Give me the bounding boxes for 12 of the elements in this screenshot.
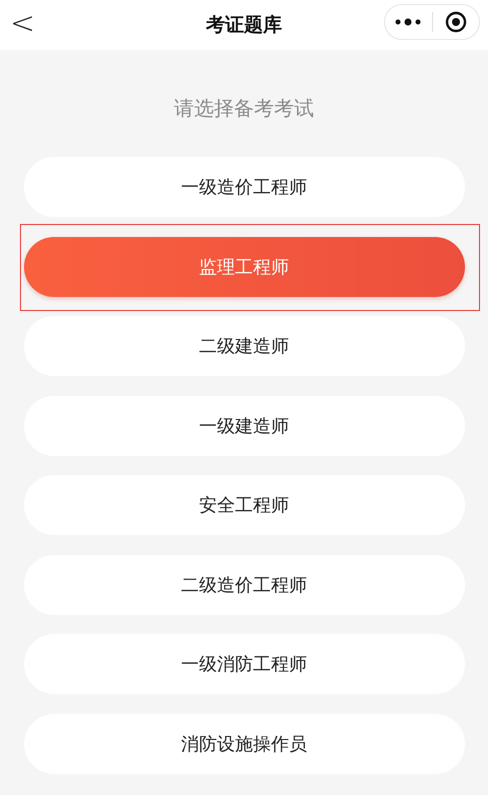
more-icon[interactable] xyxy=(395,18,422,26)
back-button[interactable]: < xyxy=(4,6,42,42)
exam-option[interactable]: 安全工程师 xyxy=(24,475,464,535)
exam-option[interactable]: 一级建造师 xyxy=(24,396,464,456)
exam-option[interactable]: 二级造价工程师 xyxy=(24,554,464,614)
exam-option[interactable]: 二级建造师 xyxy=(24,316,464,376)
close-icon[interactable] xyxy=(444,11,467,33)
page-title: 考证题库 xyxy=(206,13,282,38)
prompt-text: 请选择备考考试 xyxy=(174,95,314,122)
exam-option[interactable]: 一级消防工程师 xyxy=(24,634,464,694)
exam-option[interactable]: 一级造价工程师 xyxy=(24,157,464,217)
exam-option[interactable]: 消防设施操作员 xyxy=(24,714,464,774)
